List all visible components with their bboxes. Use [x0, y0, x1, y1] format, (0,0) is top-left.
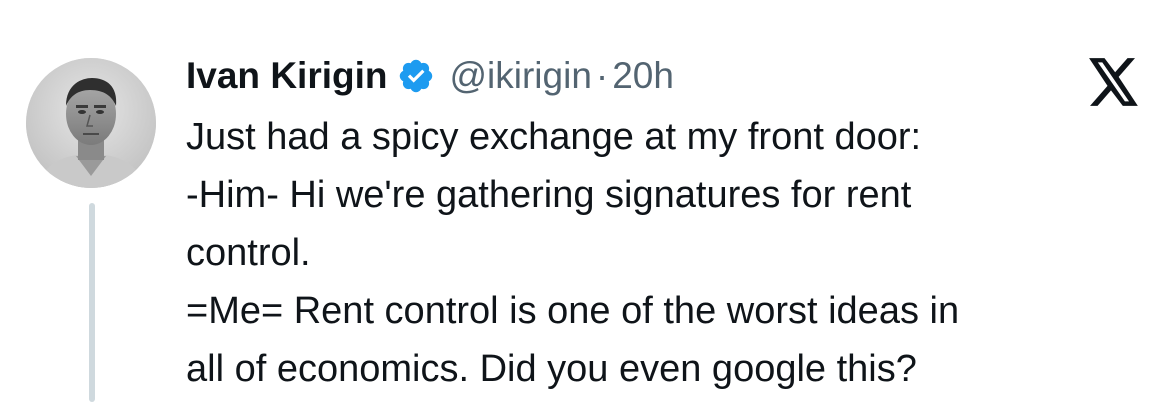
tweet-timestamp[interactable]: 20h: [612, 55, 674, 97]
x-logo-icon: [1088, 58, 1140, 106]
tweet-text: Just had a spicy exchange at my front do…: [186, 108, 1126, 398]
author-handle[interactable]: @ikirigin: [449, 55, 591, 97]
tweet-text-line: Just had a spicy exchange at my front do…: [186, 116, 922, 158]
author-name[interactable]: Ivan Kirigin: [186, 55, 387, 97]
tweet-text-line: control.: [186, 232, 311, 274]
tweet-card[interactable]: Ivan Kirigin @ikirigin · 20h Just had a …: [0, 0, 1170, 402]
thread-connector-line: [89, 203, 95, 402]
tweet-text-line: all of economics. Did you even google th…: [186, 348, 917, 390]
avatar[interactable]: [26, 58, 156, 188]
tweet-text-line: =Me= Rent control is one of the worst id…: [186, 290, 960, 332]
avatar-photo: [26, 58, 156, 188]
verified-badge-icon[interactable]: [397, 57, 435, 95]
tweet-header: Ivan Kirigin @ikirigin · 20h: [186, 50, 674, 102]
header-separator: ·: [595, 55, 609, 96]
tweet-text-line: -Him- Hi we're gathering signatures for …: [186, 174, 912, 216]
